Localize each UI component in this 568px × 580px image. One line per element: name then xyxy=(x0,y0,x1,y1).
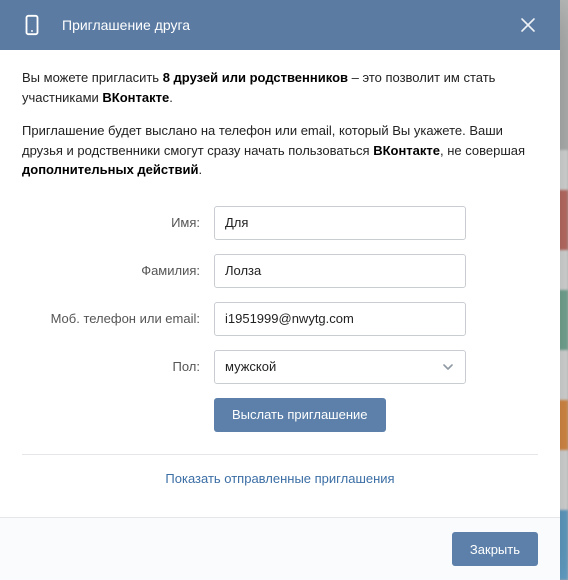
chevron-down-icon xyxy=(439,358,457,376)
intro-bold: ВКонтакте xyxy=(102,90,169,105)
form-row-gender: Пол: мужской xyxy=(22,350,538,384)
intro-text-fragment: . xyxy=(169,90,173,105)
close-button[interactable]: Закрыть xyxy=(452,532,538,566)
intro-bold: ВКонтакте xyxy=(373,143,440,158)
send-invite-button[interactable]: Выслать приглашение xyxy=(214,398,386,432)
show-sent-invites-link[interactable]: Показать отправленные приглашения xyxy=(165,471,394,486)
form-row-submit: Выслать приглашение xyxy=(22,398,538,432)
intro-paragraph-1: Вы можете пригласить 8 друзей или родств… xyxy=(22,68,538,107)
intro-text-fragment: . xyxy=(198,162,202,177)
modal-title: Приглашение друга xyxy=(62,17,498,33)
last-name-label: Фамилия: xyxy=(22,263,200,278)
phone-icon xyxy=(18,11,46,39)
modal-body: Вы можете пригласить 8 друзей или родств… xyxy=(0,50,560,517)
form-row-contact: Моб. телефон или email: xyxy=(22,302,538,336)
last-name-input[interactable] xyxy=(214,254,466,288)
gender-label: Пол: xyxy=(22,359,200,374)
divider xyxy=(22,454,538,455)
invite-friend-modal: Приглашение друга Вы можете пригласить 8… xyxy=(0,0,560,580)
form-row-first-name: Имя: xyxy=(22,206,538,240)
invite-form: Имя: Фамилия: Моб. телефон или email: По… xyxy=(22,206,538,486)
intro-bold: 8 друзей или родственников xyxy=(163,70,348,85)
form-row-last-name: Фамилия: xyxy=(22,254,538,288)
first-name-label: Имя: xyxy=(22,215,200,230)
contact-input[interactable] xyxy=(214,302,466,336)
close-icon[interactable] xyxy=(514,11,542,39)
gender-select-value: мужской xyxy=(225,359,276,374)
intro-paragraph-2: Приглашение будет выслано на телефон или… xyxy=(22,121,538,180)
gender-select[interactable]: мужской xyxy=(214,350,466,384)
intro-text-fragment: Вы можете пригласить xyxy=(22,70,163,85)
modal-header: Приглашение друга xyxy=(0,0,560,50)
intro-text-fragment: , не совершая xyxy=(440,143,525,158)
intro-text: Вы можете пригласить 8 друзей или родств… xyxy=(22,68,538,180)
contact-label: Моб. телефон или email: xyxy=(22,311,200,326)
modal-footer: Закрыть xyxy=(0,517,560,580)
intro-bold: дополнительных действий xyxy=(22,162,198,177)
first-name-input[interactable] xyxy=(214,206,466,240)
